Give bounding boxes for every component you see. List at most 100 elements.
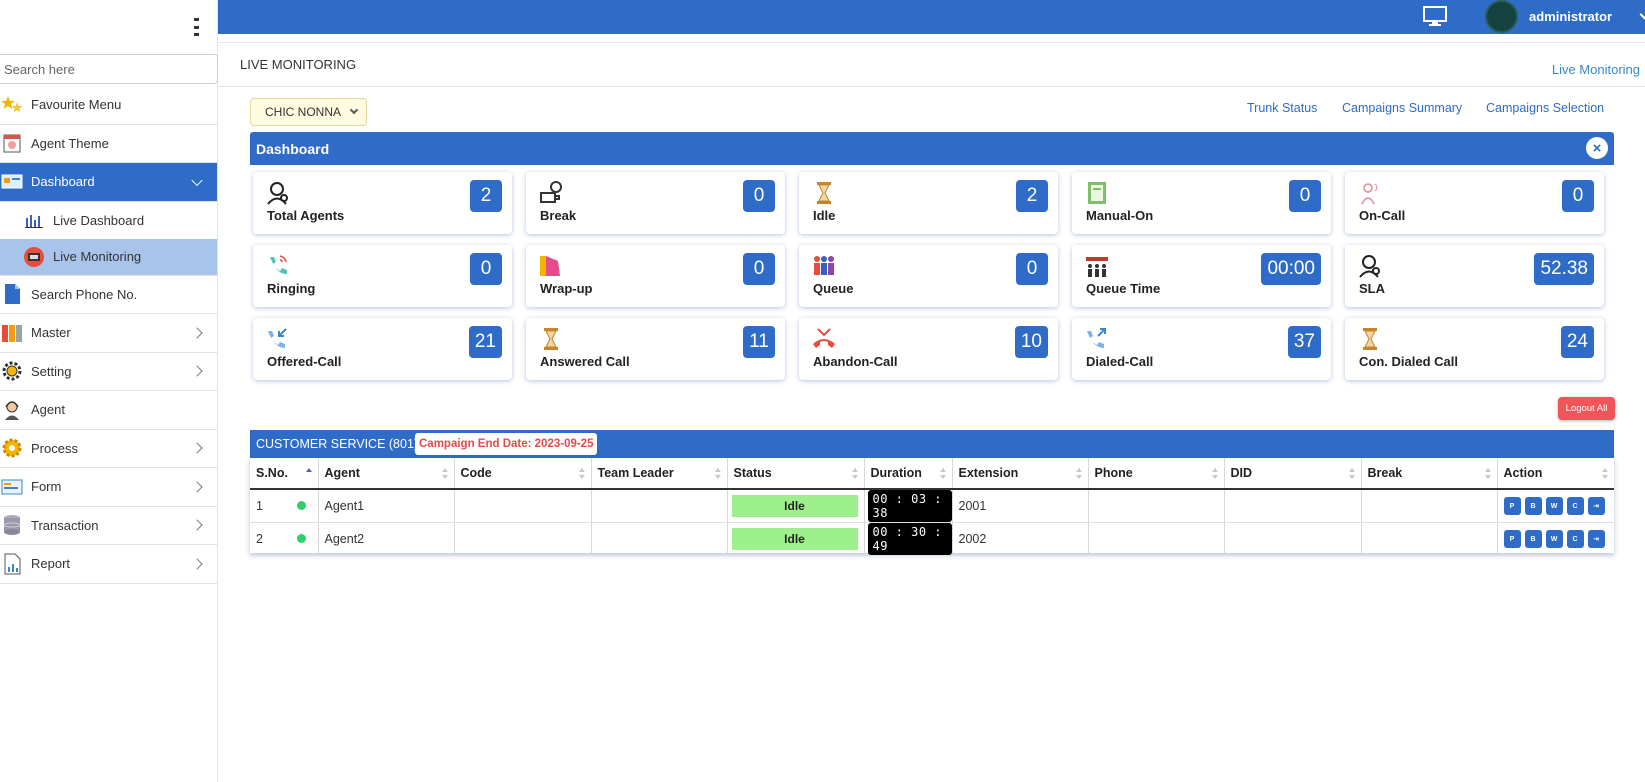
agent-headset-icon	[265, 180, 291, 206]
gear-icon	[0, 359, 24, 383]
column-header[interactable]: Extension	[952, 458, 1089, 490]
stat-card-queue-time: Queue Time 00:00	[1072, 245, 1331, 307]
stat-value: 0	[743, 253, 775, 285]
menu-search-input[interactable]	[0, 54, 218, 84]
queue-time-icon	[1084, 253, 1110, 279]
column-header[interactable]: Break	[1361, 458, 1498, 490]
stat-card-dialed-call: Dialed-Call 37	[1072, 318, 1331, 380]
action-button-logout[interactable]: ⇥	[1587, 497, 1605, 516]
chevron-down-icon[interactable]	[1639, 9, 1645, 20]
column-header[interactable]: DID	[1224, 458, 1362, 490]
cogs-icon	[0, 436, 24, 460]
action-button-c[interactable]: C	[1566, 530, 1584, 549]
chevron-down-icon	[191, 174, 203, 186]
campaigns-selection-link[interactable]: Campaigns Selection	[1486, 101, 1604, 115]
campaign-select[interactable]: CHIC NONNA	[250, 98, 367, 126]
cell-status: Idle	[727, 489, 865, 523]
stat-label: Queue	[813, 281, 854, 296]
breadcrumb[interactable]: Live Monitoring	[1552, 62, 1640, 77]
chevron-down-icon	[349, 105, 359, 115]
dashboard-panel-header: Dashboard ×	[250, 132, 1614, 165]
stat-value: 37	[1287, 326, 1321, 358]
action-button-b[interactable]: B	[1524, 530, 1542, 549]
column-header[interactable]: Agent	[318, 458, 455, 490]
sidebar-item-favourite-menu[interactable]: Favourite Menu	[0, 86, 217, 125]
action-button-w[interactable]: W	[1545, 530, 1563, 549]
avatar[interactable]	[1485, 0, 1518, 33]
sort-icon	[714, 468, 721, 479]
stat-label: Manual-On	[1086, 208, 1154, 223]
sort-icon	[1211, 468, 1218, 479]
stat-value: 0	[743, 180, 775, 212]
sort-asc-icon	[305, 468, 312, 479]
column-header[interactable]: Phone	[1088, 458, 1225, 490]
notebook-icon	[1084, 180, 1110, 206]
column-header[interactable]: Status	[727, 458, 865, 490]
sidebar-item-setting[interactable]: Setting	[0, 353, 217, 391]
coffee-icon	[538, 180, 564, 206]
cell-sno: 1	[250, 489, 319, 523]
star-icon	[0, 93, 24, 117]
stat-label: Total Agents	[267, 208, 345, 223]
sidebar-item-live-dashboard[interactable]: Live Dashboard	[0, 202, 217, 239]
stat-value: 0	[1289, 180, 1321, 212]
chevron-right-icon	[191, 327, 203, 339]
chevron-right-icon	[191, 481, 203, 493]
column-header[interactable]: Duration	[864, 458, 953, 490]
action-button-logout[interactable]: ⇥	[1587, 530, 1605, 549]
action-button-c[interactable]: C	[1566, 497, 1584, 516]
stat-label: Offered-Call	[267, 354, 342, 369]
sidebar-item-search-phone[interactable]: Search Phone No.	[0, 276, 217, 314]
sidebar-toggle-icon[interactable]	[194, 18, 200, 36]
column-header[interactable]: Code	[454, 458, 592, 490]
user-menu[interactable]: administrator	[1529, 9, 1612, 24]
stat-label: Answered Call	[540, 354, 630, 369]
sidebar-item-agent-theme[interactable]: Agent Theme	[0, 125, 217, 163]
action-button-p[interactable]: P	[1503, 530, 1521, 549]
page-title: LIVE MONITORING	[240, 57, 357, 72]
sidebar-item-transaction[interactable]: Transaction	[0, 507, 217, 545]
column-header[interactable]: Action	[1497, 458, 1614, 490]
sidebar-item-live-monitoring[interactable]: Live Monitoring	[0, 238, 217, 276]
chevron-right-icon	[191, 558, 203, 570]
stat-label: Queue Time	[1086, 281, 1161, 296]
action-button-w[interactable]: W	[1545, 497, 1563, 516]
sidebar-item-label: Live Dashboard	[53, 212, 145, 228]
on-call-icon	[1357, 180, 1383, 206]
stat-card-answered-call: Answered Call 11	[526, 318, 785, 380]
sidebar-item-dashboard[interactable]: Dashboard	[0, 163, 217, 202]
sort-icon	[851, 468, 858, 479]
stat-card-con-dialed-call: Con. Dialed Call 24	[1345, 318, 1604, 380]
stat-card-abandon-call: Abandon-Call 10	[799, 318, 1058, 380]
monitor-icon[interactable]	[1423, 6, 1447, 26]
column-header[interactable]: S.No.	[250, 458, 319, 490]
sidebar-item-form[interactable]: Form	[0, 468, 217, 507]
action-button-b[interactable]: B	[1524, 497, 1542, 516]
logout-all-button[interactable]: Logout All	[1558, 397, 1615, 420]
sidebar-item-agent[interactable]: Agent	[0, 391, 217, 430]
campaigns-summary-link[interactable]: Campaigns Summary	[1342, 101, 1462, 115]
cell-extension: 2001	[952, 489, 1089, 523]
cell-duration: 00 : 03 : 38	[864, 489, 953, 523]
sort-icon	[939, 468, 946, 479]
trunk-status-link[interactable]: Trunk Status	[1247, 101, 1317, 115]
cell-code	[454, 489, 592, 523]
campaign-end-date-badge: Campaign End Date: 2023-09-25	[415, 433, 598, 455]
close-icon[interactable]: ×	[1586, 137, 1608, 159]
cell-phone	[1088, 522, 1225, 556]
sla-icon	[1357, 253, 1383, 279]
cell-agent: Agent1	[318, 489, 455, 523]
column-header[interactable]: Team Leader	[591, 458, 728, 490]
action-button-p[interactable]: P	[1503, 497, 1521, 516]
sidebar-item-report[interactable]: Report	[0, 545, 217, 584]
sidebar-item-label: Setting	[31, 363, 72, 379]
stat-card-break: Break 0	[526, 172, 785, 234]
stat-value: 11	[743, 326, 775, 358]
stat-label: Break	[540, 208, 577, 223]
sidebar-item-label: Master	[31, 325, 71, 341]
sidebar-item-master[interactable]: Master	[0, 314, 217, 353]
stat-value: 0	[470, 253, 502, 285]
stat-value: 24	[1560, 326, 1594, 358]
sidebar-item-process[interactable]: Process	[0, 430, 217, 468]
sort-icon	[1348, 468, 1355, 479]
